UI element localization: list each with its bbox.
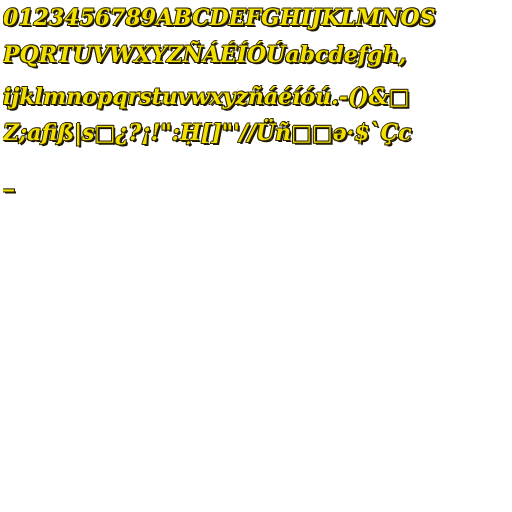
glyph-sheet: 0123456789ABCDEFGHIJKLMNOS PQRTUVWXYZÑÁÉ…	[0, 0, 512, 512]
glyph-row-1: 0123456789ABCDEFGHIJKLMNOS	[3, 5, 436, 31]
glyph-row-2: PQRTUVWXYZÑÁÉÍÓÚabcdefgh,	[3, 42, 407, 68]
glyph-row-3: ijklmnopqrstuvwxyzñáéíóú.-()&□	[3, 84, 410, 110]
glyph-row-4: Z;afiß|s□¿?¡!":Ḥ[]"'//Üñ□□ə·$`Çc	[3, 120, 412, 146]
glyph-row-5: _	[3, 166, 14, 192]
